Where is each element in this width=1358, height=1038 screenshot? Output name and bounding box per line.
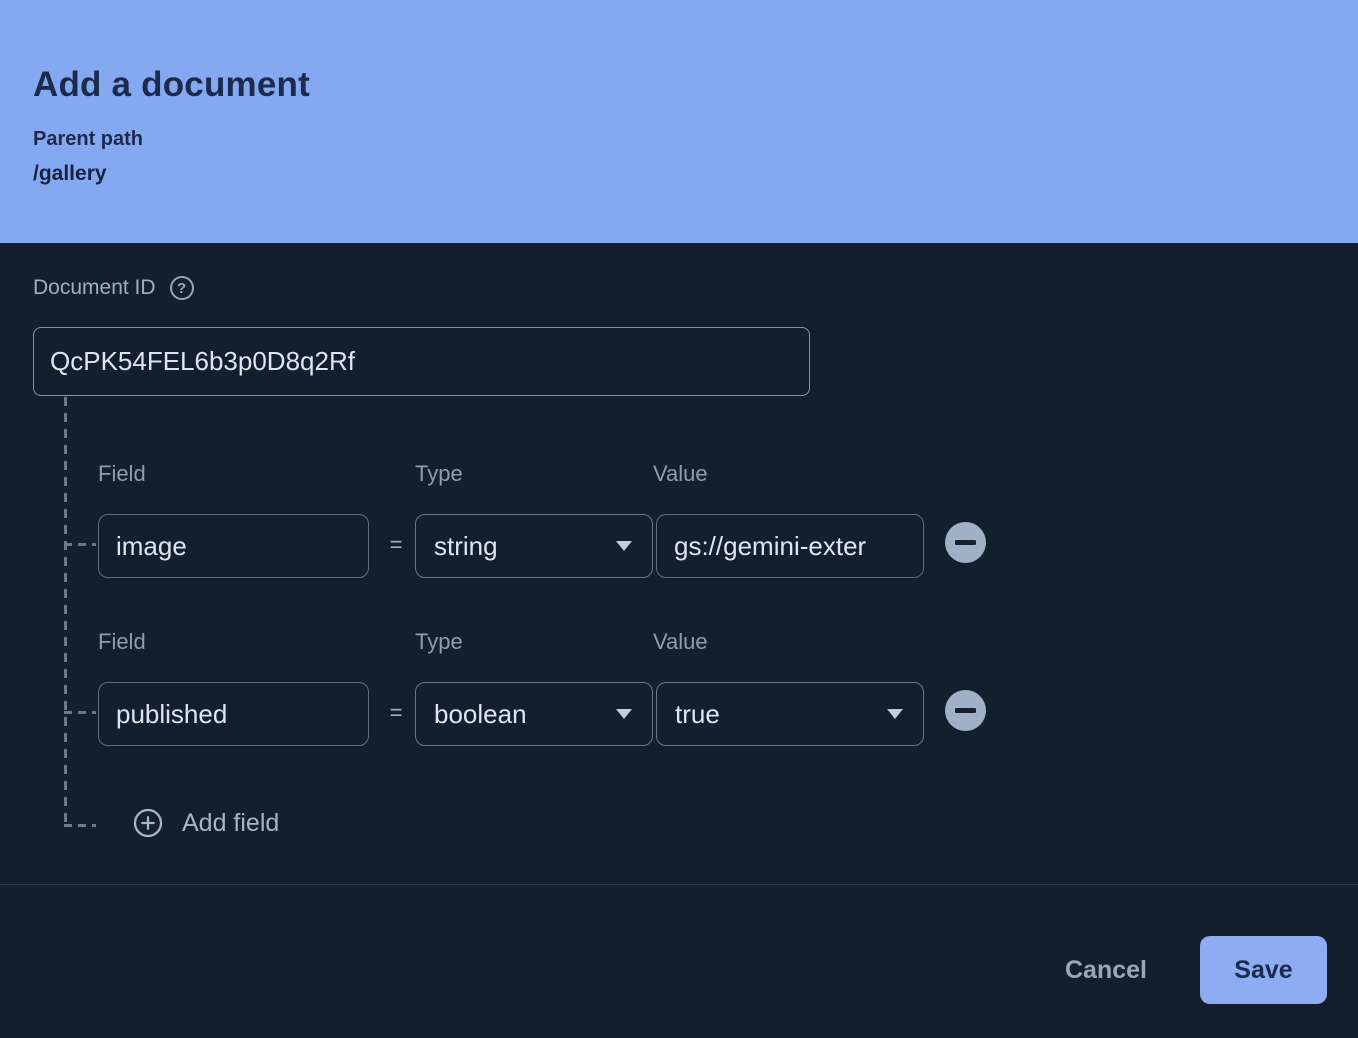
equals-sign: = — [386, 532, 406, 558]
chevron-down-icon — [616, 709, 632, 719]
field-column-label: Field — [98, 629, 146, 655]
value-input[interactable] — [656, 514, 924, 578]
value-column-label: Value — [653, 629, 708, 655]
remove-field-button[interactable] — [945, 690, 986, 731]
field-column-label: Field — [98, 461, 146, 487]
type-select-value: boolean — [434, 699, 527, 730]
type-select-value: string — [434, 531, 498, 562]
value-column-label: Value — [653, 461, 708, 487]
minus-icon — [955, 540, 976, 545]
remove-field-button[interactable] — [945, 522, 986, 563]
type-select[interactable]: boolean — [415, 682, 653, 746]
document-id-row: Document ID ? — [33, 276, 194, 300]
field-connector-branch — [64, 711, 96, 714]
field-connector-line — [64, 397, 67, 827]
type-select[interactable]: string — [415, 514, 653, 578]
footer-divider — [0, 884, 1358, 885]
save-button[interactable]: Save — [1200, 936, 1327, 1004]
help-icon[interactable]: ? — [170, 276, 194, 300]
value-select[interactable]: true — [656, 682, 924, 746]
parent-path-value: /gallery — [33, 162, 107, 186]
equals-sign: = — [386, 700, 406, 726]
field-name-input[interactable] — [98, 682, 369, 746]
value-select-value: true — [675, 699, 720, 730]
cancel-button[interactable]: Cancel — [1041, 944, 1171, 996]
plus-circle-icon — [133, 808, 163, 838]
document-id-label: Document ID — [33, 276, 156, 300]
chevron-down-icon — [887, 709, 903, 719]
type-column-label: Type — [415, 629, 463, 655]
add-field-label: Add field — [182, 809, 279, 838]
type-column-label: Type — [415, 461, 463, 487]
parent-path-label: Parent path — [33, 128, 143, 151]
add-field-button[interactable]: Add field — [133, 808, 279, 838]
field-connector-branch — [64, 824, 96, 827]
field-connector-branch — [64, 543, 96, 546]
dialog-header: Add a document Parent path /gallery — [0, 0, 1358, 243]
minus-icon — [955, 708, 976, 713]
field-name-input[interactable] — [98, 514, 369, 578]
chevron-down-icon — [616, 541, 632, 551]
document-id-input[interactable] — [33, 327, 810, 396]
add-document-dialog: Add a document Parent path /gallery Docu… — [0, 0, 1358, 1038]
dialog-title: Add a document — [33, 65, 310, 105]
